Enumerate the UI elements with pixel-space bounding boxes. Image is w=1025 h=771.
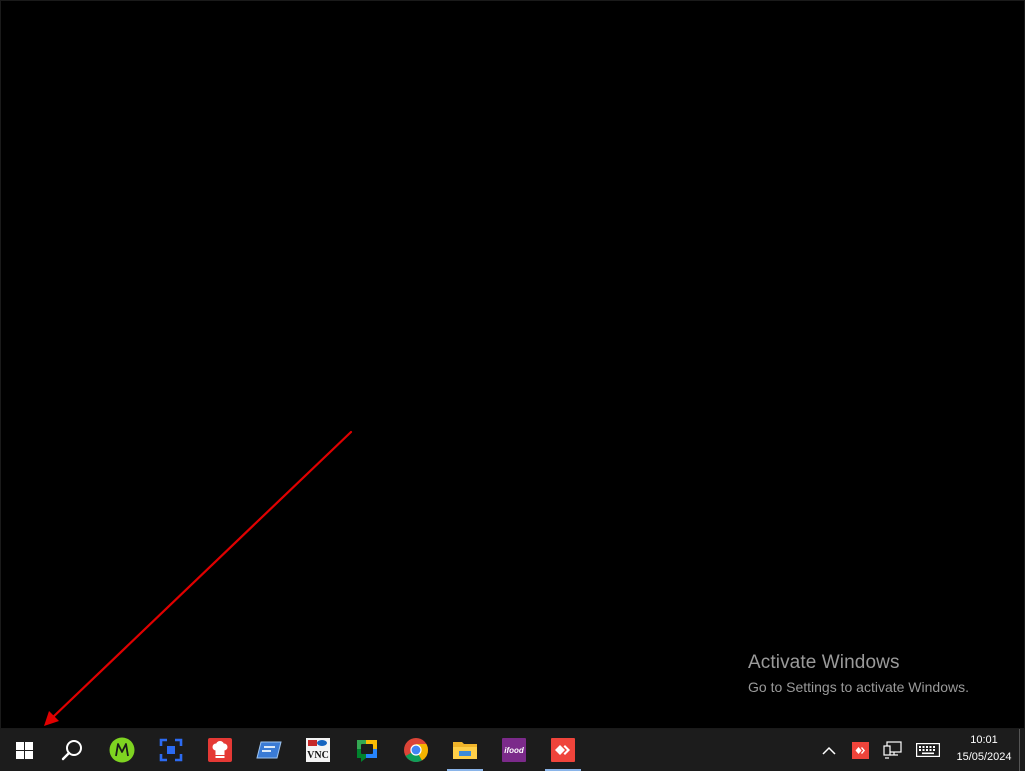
tray-anydesk[interactable] bbox=[848, 729, 872, 771]
ifood-icon: ifood bbox=[502, 738, 526, 762]
windows-logo-icon bbox=[15, 741, 33, 759]
watermark-subtitle: Go to Settings to activate Windows. bbox=[748, 679, 969, 695]
annotation-arrow bbox=[44, 430, 353, 726]
anydesk-icon bbox=[551, 738, 575, 762]
ifood-label: ifood bbox=[504, 746, 525, 755]
search-icon bbox=[61, 740, 82, 761]
taskbar-app-anydesk[interactable] bbox=[539, 729, 587, 771]
start-button[interactable] bbox=[0, 729, 48, 771]
google-chat-icon bbox=[357, 740, 377, 762]
show-desktop-button[interactable] bbox=[1019, 729, 1025, 771]
chrome-icon bbox=[404, 738, 428, 763]
vnc-viewer-icon: VNC bbox=[306, 738, 330, 762]
anydesk-tray-icon bbox=[851, 741, 869, 759]
taskbar-app-ifood[interactable]: ifood bbox=[490, 729, 538, 771]
keyboard-icon bbox=[916, 743, 940, 757]
tray-network[interactable] bbox=[880, 729, 906, 771]
network-icon bbox=[883, 741, 902, 759]
blue-bracket-app-icon bbox=[159, 738, 183, 762]
taskbar-app-vnc[interactable]: VNC bbox=[294, 729, 342, 771]
taskbar-app-green-m[interactable] bbox=[98, 729, 146, 771]
search-button[interactable] bbox=[48, 729, 96, 771]
taskbar-app-red-chef[interactable] bbox=[196, 729, 244, 771]
show-hidden-icons-button[interactable] bbox=[816, 729, 842, 771]
clock-date: 15/05/2024 bbox=[956, 751, 1012, 763]
vnc-label: VNC bbox=[307, 750, 329, 761]
activate-windows-watermark: Activate Windows Go to Settings to activ… bbox=[748, 652, 969, 697]
chevron-up-icon bbox=[822, 746, 836, 755]
green-m-app-icon bbox=[109, 737, 135, 763]
taskbar-app-file-explorer[interactable] bbox=[441, 729, 489, 771]
blue-card-app-icon bbox=[256, 741, 282, 759]
clock-time: 10:01 bbox=[970, 734, 998, 746]
watermark-title: Activate Windows bbox=[748, 652, 900, 673]
taskbar-app-blue-card[interactable] bbox=[245, 729, 293, 771]
red-chef-app-icon bbox=[208, 738, 232, 762]
desktop[interactable]: Activate Windows Go to Settings to activ… bbox=[0, 0, 1025, 729]
taskbar-clock[interactable]: 10:01 15/05/2024 bbox=[948, 732, 1020, 766]
taskbar-app-blue-bracket[interactable] bbox=[147, 729, 195, 771]
taskbar-app-chrome[interactable] bbox=[392, 729, 440, 771]
taskbar-app-google-chat[interactable] bbox=[343, 729, 391, 771]
tray-touch-keyboard[interactable] bbox=[913, 729, 943, 771]
file-explorer-icon bbox=[453, 742, 477, 759]
taskbar: VNC ifood 10:01 15/05/2024 bbox=[0, 729, 1025, 771]
